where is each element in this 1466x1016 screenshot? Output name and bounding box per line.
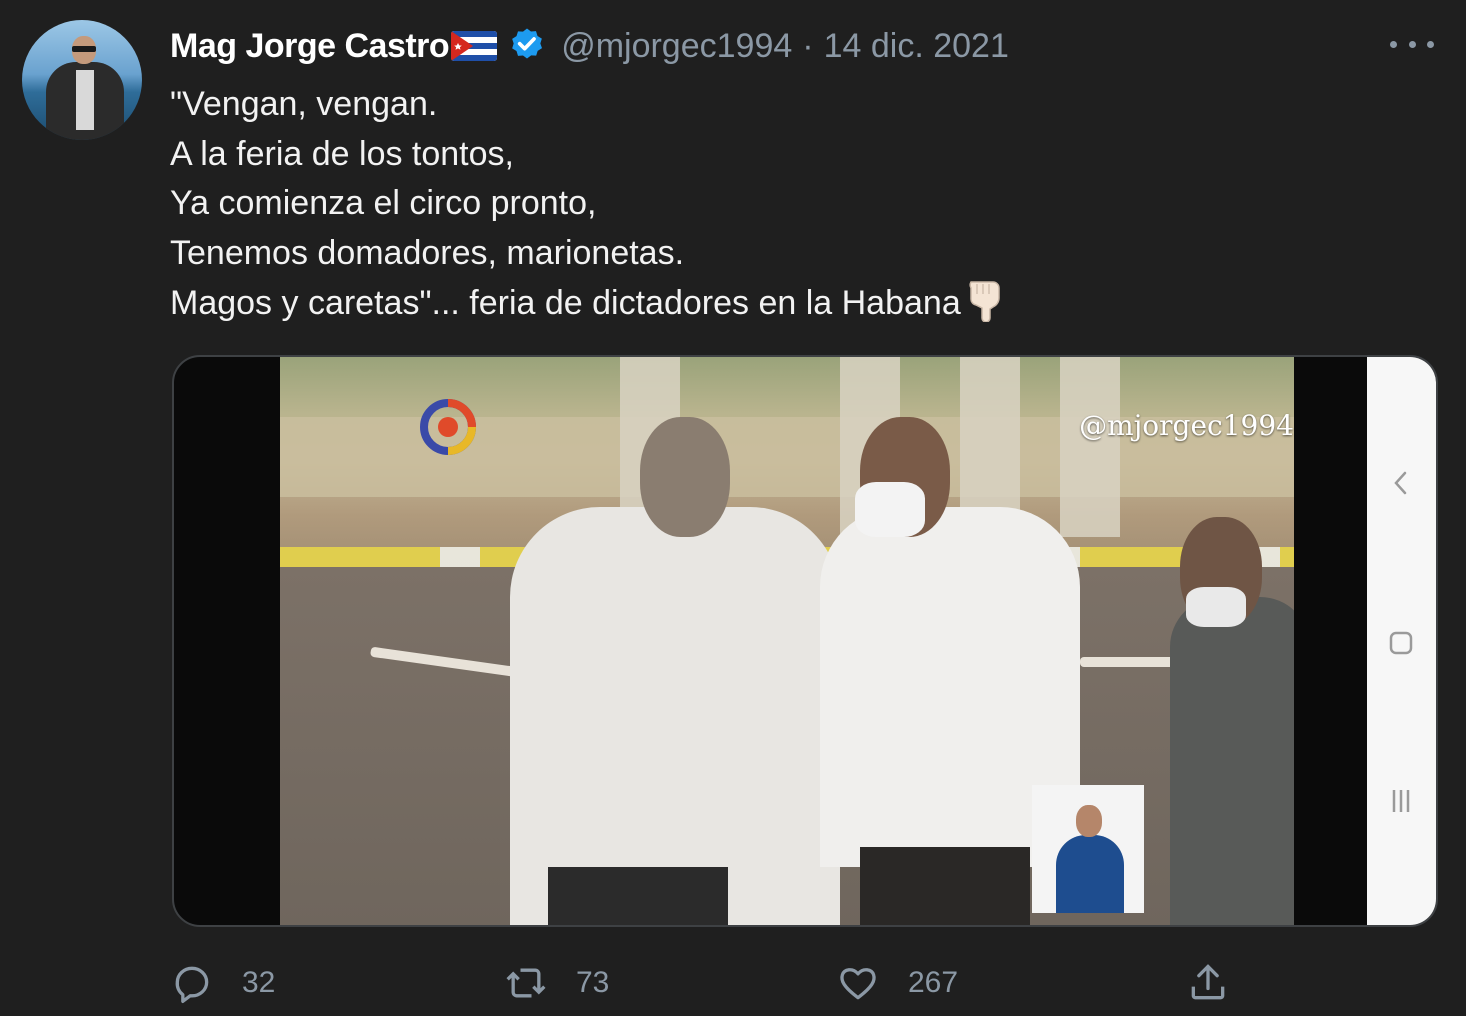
avatar[interactable] — [22, 20, 142, 140]
tweet-actions: 32 73 267 — [170, 955, 1410, 1011]
tweet-line: Ya comienza el circo pronto, — [170, 184, 597, 222]
phone-nav-bar — [1367, 357, 1436, 925]
retweet-count: 73 — [576, 966, 610, 999]
retweet-button[interactable]: 73 — [504, 955, 609, 1011]
tweet-date[interactable]: 14 dic. 2021 — [824, 27, 1009, 66]
tweet-line-last: Magos y caretas"... feria de dictadores … — [170, 278, 1350, 329]
home-square-icon[interactable] — [1385, 627, 1417, 659]
video-frame[interactable]: @mjorgec1994 — [280, 357, 1294, 925]
like-button[interactable]: 267 — [836, 955, 958, 1011]
backhand-index-pointing-down-icon — [969, 281, 1000, 322]
tweet-line: Tenemos domadores, marionetas. — [170, 233, 685, 272]
retweet-icon — [506, 968, 546, 998]
reply-count: 32 — [242, 966, 276, 999]
more-options-icon[interactable] — [1390, 34, 1434, 54]
tweet-header: Mag Jorge Castro @mjorgec1994 · 14 dic. … — [170, 22, 1009, 70]
tweet-line: Magos y caretas"... feria de dictadores … — [170, 284, 961, 322]
tweet-line: "Vengan, vengan. — [170, 85, 438, 123]
heart-icon — [840, 968, 876, 1000]
share-icon — [1191, 964, 1225, 1000]
author-name[interactable]: Mag Jorge Castro — [170, 27, 450, 66]
tweet: Mag Jorge Castro @mjorgec1994 · 14 dic. … — [0, 0, 1466, 1016]
verified-badge-icon — [512, 28, 543, 59]
channel-logo-icon — [420, 399, 476, 455]
sign-language-interpreter-inset — [1032, 785, 1144, 913]
share-button[interactable] — [1186, 955, 1230, 1011]
reply-icon — [175, 966, 209, 1003]
recents-lines-icon[interactable] — [1385, 785, 1417, 817]
video-media[interactable]: @mjorgec1994 — [172, 355, 1438, 927]
cuba-flag-icon — [451, 31, 498, 61]
tweet-line: A la feria de los tontos, — [170, 134, 514, 173]
tweet-text: "Vengan, vengan. A la feria de los tonto… — [170, 80, 1350, 329]
back-chevron-icon[interactable] — [1385, 467, 1417, 499]
author-handle[interactable]: @mjorgec1994 — [561, 27, 792, 66]
separator-dot: · — [802, 26, 814, 65]
like-count: 267 — [908, 966, 959, 999]
video-watermark: @mjorgec1994 — [1079, 409, 1294, 442]
reply-button[interactable]: 32 — [170, 955, 275, 1011]
